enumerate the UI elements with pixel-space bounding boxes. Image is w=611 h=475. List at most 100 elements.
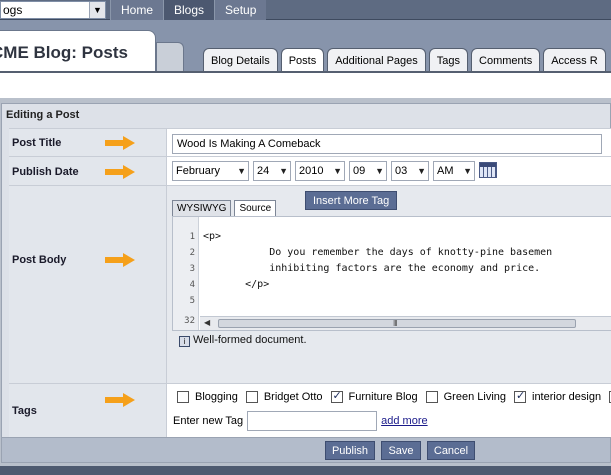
tag-label: interior design	[532, 391, 602, 403]
tags-row: Tags Blogging Bridget Otto Furniture Blo…	[9, 383, 611, 437]
tag-checkbox[interactable]	[425, 391, 438, 403]
year-value: 2010	[299, 165, 324, 177]
content-strip	[0, 73, 611, 98]
tab-access[interactable]: Access R	[543, 48, 606, 72]
chevron-down-icon: ▼	[333, 166, 342, 176]
line-number: 3	[189, 264, 195, 274]
day-select[interactable]: 24 ▼	[253, 161, 291, 181]
tab-source[interactable]: Source	[234, 200, 277, 216]
arrow-right-icon	[105, 136, 135, 150]
new-tag-input[interactable]	[247, 411, 378, 431]
edit-post-panel: Editing a Post Post Title Wood Is Making…	[1, 103, 611, 463]
month-value: February	[176, 165, 221, 177]
scrollbar-grip: III	[393, 319, 398, 328]
code-line: inhibiting factors are the economy and p…	[203, 263, 553, 274]
code-line: Do you remember the days of knotty-pine …	[203, 247, 553, 258]
tag-checkbox[interactable]	[177, 391, 189, 403]
tag-checkbox[interactable]	[245, 391, 258, 403]
post-title-input[interactable]: Wood Is Making A Comeback	[172, 134, 602, 154]
arrow-right-icon	[105, 253, 135, 267]
calendar-icon[interactable]	[479, 162, 497, 178]
post-title-value: Wood Is Making A Comeback	[177, 138, 321, 150]
chevron-down-icon: ▼	[237, 166, 246, 176]
tag-checkbox-list: Blogging Bridget Otto Furniture Blog Gre…	[177, 389, 611, 403]
new-tag-row: Enter new Tag add more	[173, 411, 428, 431]
ampm-value: AM	[437, 165, 454, 177]
hour-value: 09	[353, 165, 366, 177]
scrollbar-thumb[interactable]: III	[218, 319, 576, 328]
post-body-label-cell: Post Body	[9, 186, 167, 383]
post-body-label: Post Body	[12, 254, 67, 266]
publish-button[interactable]: Publish	[325, 441, 375, 460]
new-tag-label: Enter new Tag	[173, 415, 244, 427]
tags-value-cell: Blogging Bridget Otto Furniture Blog Gre…	[167, 384, 611, 437]
line-number-gutter: 1 2 3 4 5 32	[173, 217, 199, 330]
post-body-value-cell: WYSIWYG Source Insert More Tag 1 2 3 4 5…	[167, 186, 611, 383]
chevron-down-icon[interactable]: ▼	[89, 2, 105, 18]
section-tabs: Blog Details Posts Additional Pages Tags…	[203, 48, 609, 73]
arrow-right-icon	[105, 393, 135, 407]
insert-more-tag-button[interactable]: Insert More Tag	[305, 191, 398, 210]
month-select[interactable]: February ▼	[172, 161, 249, 181]
scroll-left-icon[interactable]: ◀	[204, 318, 210, 327]
site-select[interactable]: ogs ▼	[0, 1, 106, 19]
post-title-value-cell: Wood Is Making A Comeback	[167, 129, 611, 156]
publish-date-label-cell: Publish Date	[9, 157, 167, 185]
day-value: 24	[257, 165, 270, 177]
top-nav-bar: ogs ▼ Home Blogs Setup	[0, 0, 611, 20]
line-number: 5	[189, 296, 195, 306]
publish-date-label: Publish Date	[12, 166, 79, 178]
line-number: 4	[189, 280, 195, 290]
chevron-down-icon: ▼	[279, 166, 288, 176]
chevron-down-icon: ▼	[417, 166, 426, 176]
tag-label: Furniture Blog	[348, 391, 418, 403]
info-icon: i	[179, 336, 190, 347]
post-title-label: Post Title	[12, 137, 62, 149]
source-editor[interactable]: 1 2 3 4 5 32 <p> Do you remember the day…	[172, 216, 611, 331]
tags-label-cell: Tags	[9, 384, 167, 437]
tab-additional-pages[interactable]: Additional Pages	[327, 48, 426, 72]
cancel-button[interactable]: Cancel	[427, 441, 475, 460]
tag-label: Bridget Otto	[263, 391, 323, 403]
minute-value: 03	[395, 165, 408, 177]
code-line: </p>	[203, 279, 270, 290]
publish-date-value-cell: February ▼ 24 ▼ 2010 ▼ 09 ▼ 03 ▼ AM ▼	[167, 157, 611, 185]
post-title-label-cell: Post Title	[9, 129, 167, 156]
post-title-row: Post Title Wood Is Making A Comeback	[9, 128, 611, 156]
action-bar: Publish Save Cancel	[2, 437, 610, 462]
tag-checkbox[interactable]	[514, 389, 526, 403]
tab-blog-details[interactable]: Blog Details	[203, 48, 278, 72]
tag-label: Blogging	[195, 391, 238, 403]
nav-home[interactable]: Home	[110, 0, 164, 20]
save-button[interactable]: Save	[381, 441, 421, 460]
chevron-down-icon: ▼	[463, 166, 472, 176]
editor-status: i Well-formed document.	[179, 334, 307, 347]
tab-wysiwyg[interactable]: WYSIWYG	[172, 200, 232, 216]
site-select-value: ogs	[3, 3, 23, 17]
editor-status-text: Well-formed document.	[193, 334, 307, 346]
line-number: 1	[189, 232, 195, 242]
footer-bar	[0, 466, 611, 475]
chevron-down-icon: ▼	[375, 166, 384, 176]
line-number: 32	[184, 316, 195, 326]
editor-mode-tabs: WYSIWYG Source	[172, 200, 279, 216]
top-nav: Home Blogs Setup	[110, 0, 267, 20]
panel-title: Editing a Post	[6, 109, 80, 121]
minute-select[interactable]: 03 ▼	[391, 161, 429, 181]
nav-blogs[interactable]: Blogs	[163, 0, 215, 20]
ampm-select[interactable]: AM ▼	[433, 161, 475, 181]
tab-posts[interactable]: Posts	[280, 48, 325, 73]
tag-label: Green Living	[443, 391, 506, 403]
tags-label: Tags	[12, 405, 37, 417]
hour-select[interactable]: 09 ▼	[349, 161, 387, 181]
tab-comments[interactable]: Comments	[471, 48, 541, 72]
header-band: CME Blog: Posts Blog Details Posts Addit…	[0, 20, 611, 88]
year-select[interactable]: 2010 ▼	[295, 161, 345, 181]
horizontal-scrollbar[interactable]: ◀ III	[200, 316, 611, 330]
add-more-link[interactable]: add more	[381, 415, 427, 427]
line-number: 2	[189, 248, 195, 258]
tag-checkbox[interactable]	[330, 389, 343, 403]
nav-setup[interactable]: Setup	[214, 0, 267, 20]
post-body-row: Post Body WYSIWYG Source Insert More Tag…	[9, 185, 611, 383]
tab-tags[interactable]: Tags	[428, 48, 469, 72]
